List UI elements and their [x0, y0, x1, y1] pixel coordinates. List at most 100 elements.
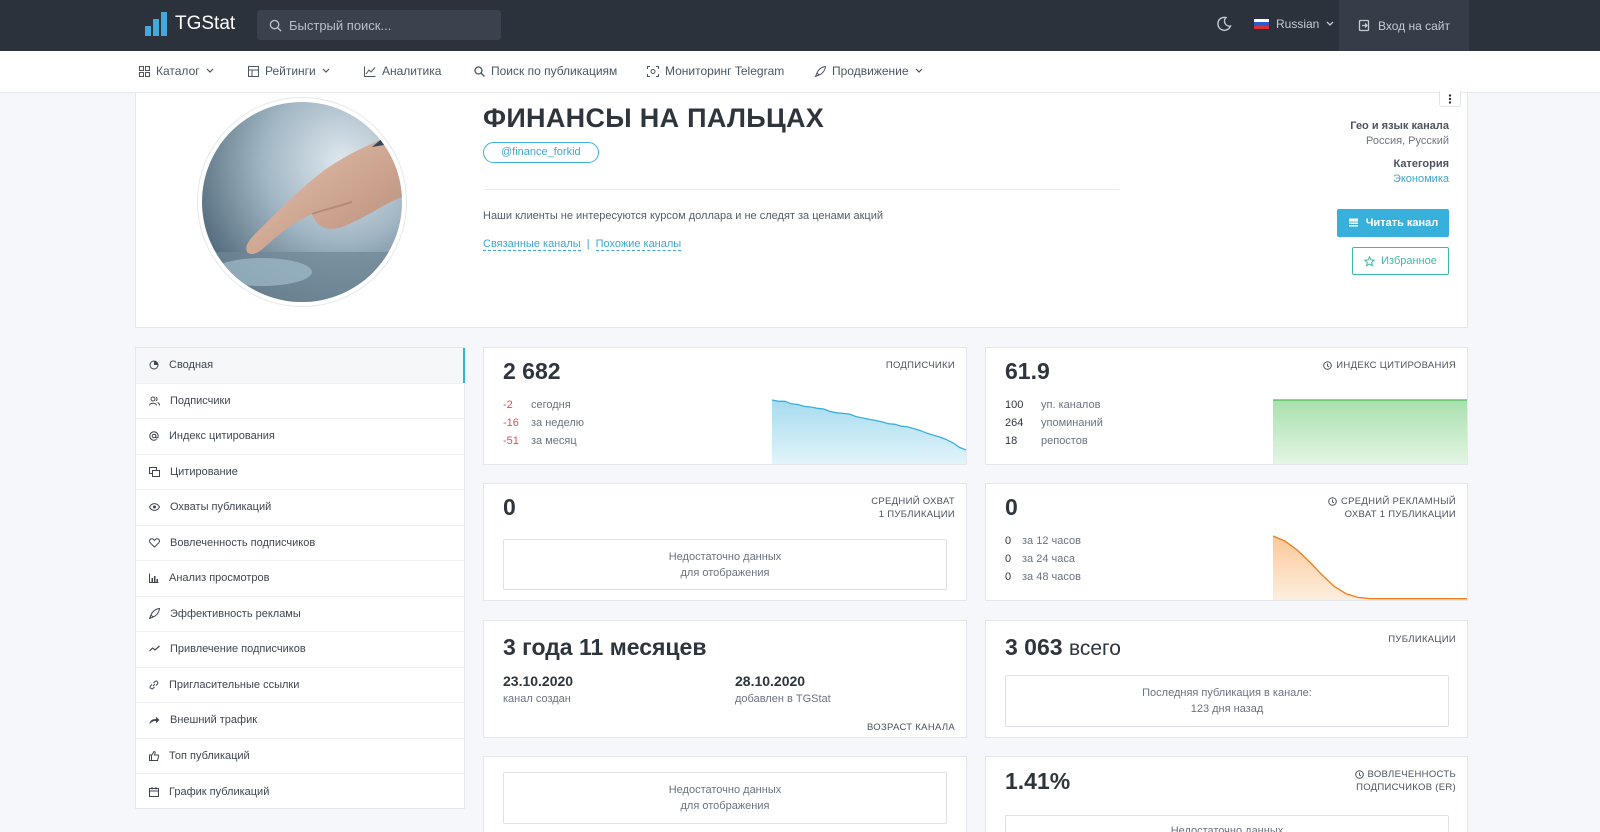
no-data-box: Недостаточно данных для отображения	[503, 772, 947, 824]
bottom-left-card: Недостаточно данных для отображения	[483, 756, 967, 832]
sidebar-item-label: Охваты публикаций	[170, 501, 272, 514]
publications-label: ПУБЛИКАЦИИ	[1388, 634, 1456, 645]
sidebar-item-label: Пригласительные ссылки	[169, 678, 300, 691]
citation-row-value: 100	[1005, 399, 1024, 411]
rocket-icon	[815, 65, 826, 77]
sidebar-item-label: График публикаций	[169, 785, 270, 798]
created-date: 23.10.2020	[503, 673, 574, 689]
channel-age-card: 3 года 11 месяцев 23.10.2020 канал созда…	[483, 620, 967, 738]
nav-post-search[interactable]: Поиск по публикациям	[474, 64, 617, 78]
ad-reach-row-label: за 12 часов	[1022, 535, 1081, 547]
change-value: -16	[503, 417, 519, 429]
change-value: -51	[503, 435, 519, 447]
nav-promotion[interactable]: Продвижение	[815, 64, 923, 78]
language-label: Russian	[1276, 17, 1320, 31]
sidebar-item-invite-links[interactable]: Пригласительные ссылки	[136, 668, 464, 703]
nav-catalog[interactable]: Каталог	[139, 64, 214, 78]
moon-icon[interactable]	[1216, 16, 1232, 32]
geo-label: Гео и язык канала	[1350, 120, 1449, 132]
logo[interactable]: TGStat	[145, 12, 235, 36]
nav-catalog-label: Каталог	[156, 64, 200, 78]
quote-icon	[149, 466, 160, 477]
favorite-button[interactable]: Избранное	[1352, 247, 1449, 275]
sidebar-item-summary[interactable]: Сводная	[136, 348, 465, 384]
citation-value: 61.9	[1005, 358, 1050, 384]
publications-total: 3 063 всего	[1005, 634, 1121, 661]
sidebar-item-external-traffic[interactable]: Внешний трафик	[136, 703, 464, 739]
search-icon	[269, 19, 282, 32]
nav-ratings[interactable]: Рейтинги	[248, 64, 330, 78]
avg-reach-label-line2: 1 ПУБЛИКАЦИИ	[878, 509, 955, 520]
trend-icon	[149, 645, 160, 652]
sidebar-item-engagement[interactable]: Вовлеченность подписчиков	[136, 526, 464, 561]
link-icon	[149, 680, 159, 690]
channel-age-label: ВОЗРАСТ КАНАЛА	[866, 722, 955, 733]
subscribers-card: 2 682 ПОДПИСЧИКИ -2 сегодня -16 за неделю …	[483, 347, 967, 465]
citation-index-card: 61.9 ИНДЕКС ЦИТИРОВАНИЯ 100 уп. каналов 2…	[985, 347, 1468, 465]
russia-flag-icon	[1254, 19, 1269, 29]
nav-monitoring-label: Мониторинг Telegram	[665, 64, 785, 78]
citation-breakdown: 100 уп. каналов 264 упоминаний 18 репостов	[1005, 396, 1103, 450]
citation-row-value: 264	[1005, 417, 1024, 429]
citation-row-label: уп. каналов	[1041, 399, 1101, 411]
read-channel-label: Читать канал	[1365, 217, 1439, 229]
info-icon[interactable]	[1323, 361, 1333, 370]
similar-channels-link[interactable]: Похожие каналы	[595, 238, 682, 251]
ad-reach-spark-area	[1273, 536, 1467, 600]
sidebar-item-ad-efficiency[interactable]: Эффективность рекламы	[136, 597, 464, 632]
publications-suffix: всего	[1068, 637, 1121, 660]
sidebar-item-acquisition[interactable]: Привлечение подписчиков	[136, 632, 464, 668]
bar-chart-icon	[149, 573, 159, 584]
channel-avatar	[198, 98, 406, 306]
ad-reach-label-line2: ОХВАТ 1 ПУБЛИКАЦИИ	[1344, 509, 1456, 520]
favorite-label: Избранное	[1381, 255, 1437, 267]
sidebar-item-top-posts[interactable]: Топ публикаций	[136, 739, 464, 774]
search-input[interactable]	[289, 17, 489, 33]
nav-analytics-label: Аналитика	[382, 64, 442, 78]
at-icon	[149, 431, 159, 441]
added-label: добавлен в TGStat	[735, 693, 831, 705]
ad-reach-row-label: за 24 часа	[1022, 553, 1075, 565]
subscribers-label: ПОДПИСЧИКИ	[885, 360, 955, 371]
nav-analytics[interactable]: Аналитика	[364, 64, 441, 78]
sidebar-item-citations[interactable]: Цитирование	[136, 455, 464, 490]
geo-meta: Гео и язык канала Россия, Русский	[1350, 120, 1449, 147]
sidebar-item-reach[interactable]: Охваты публикаций	[136, 490, 464, 526]
language-selector[interactable]: Russian	[1254, 17, 1334, 31]
info-icon[interactable]	[1354, 770, 1364, 779]
sidebar-menu: Сводная Подписчики Индекс цитирования Ци…	[135, 347, 465, 809]
info-icon[interactable]	[1328, 497, 1337, 506]
nav-monitoring[interactable]: Мониторинг Telegram	[647, 64, 784, 78]
ad-reach-row-value: 0	[1005, 571, 1012, 583]
ad-reach-label-row: СРЕДНИЙ РЕКЛАМНЫЙ	[1328, 495, 1456, 508]
sidebar-item-post-schedule[interactable]: График публикаций	[136, 774, 464, 810]
sidebar-item-label: Эффективность рекламы	[170, 607, 301, 620]
more-menu-button[interactable]	[1439, 91, 1461, 107]
chevron-down-icon	[915, 68, 922, 73]
related-channels-link[interactable]: Связанные каналы	[483, 238, 581, 251]
sidebar-item-label: Топ публикаций	[169, 749, 250, 762]
read-channel-button[interactable]: Читать канал	[1337, 209, 1449, 237]
avg-reach-card: 0 СРЕДНИЙ ОХВАТ 1 ПУБЛИКАЦИИ Недостаточн…	[483, 483, 967, 601]
ad-reach-row: 0 за 24 часа	[1005, 550, 1081, 568]
publications-value: 3 063	[1005, 634, 1063, 660]
sidebar-item-views-analysis[interactable]: Анализ просмотров	[136, 561, 464, 597]
no-data-box: Недостаточно данных для отображения	[503, 539, 947, 590]
sidebar-item-citation-index[interactable]: Индекс цитирования	[136, 419, 464, 455]
avg-reach-label: СРЕДНИЙ ОХВАТ 1 ПУБЛИКАЦИИ	[871, 495, 955, 521]
subscribers-value: 2 682	[503, 358, 561, 384]
no-data-line2: для отображения	[680, 566, 770, 579]
login-button[interactable]: Вход на сайт	[1339, 0, 1469, 51]
change-period: за месяц	[531, 435, 577, 447]
sidebar-item-label: Индекс цитирования	[169, 430, 275, 443]
sidebar-item-subscribers[interactable]: Подписчики	[136, 384, 464, 419]
no-data-line1: Недостаточно данных	[668, 784, 782, 796]
er-label-line1: ВОВЛЕЧЕННОСТЬ	[1367, 769, 1456, 780]
ad-reach-row: 0 за 12 часов	[1005, 532, 1081, 550]
channel-handle[interactable]: @finance_forkid	[483, 142, 599, 163]
monitor-icon	[647, 65, 659, 77]
chart-line-icon	[364, 66, 376, 77]
search-box[interactable]	[257, 10, 501, 40]
sidebar-item-label: Анализ просмотров	[169, 572, 270, 585]
category-value[interactable]: Экономика	[1393, 173, 1449, 185]
